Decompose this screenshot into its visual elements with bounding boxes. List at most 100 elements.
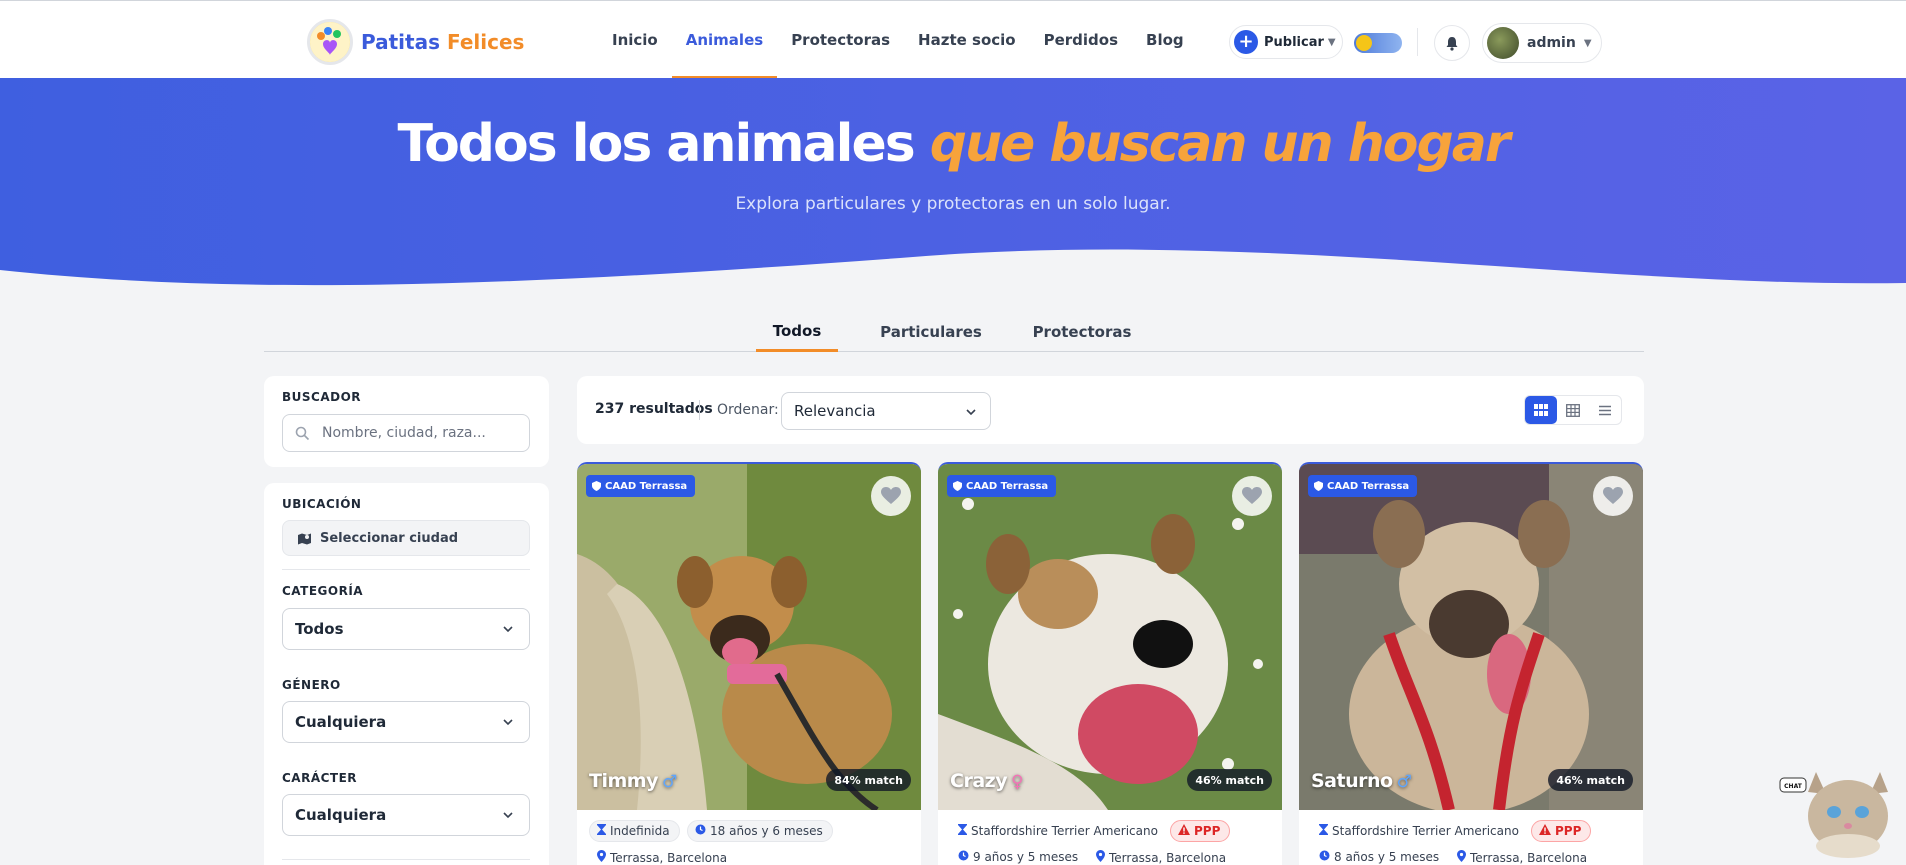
warning-icon [1178,824,1190,838]
view-mode-switcher [1524,395,1622,425]
search-input[interactable]: Nombre, ciudad, raza... [282,414,530,452]
page-title: Todos los animales que buscan un hogar [397,114,1511,174]
animal-card[interactable]: CAAD Terrassa Saturno ♂ 46% match Staffor… [1299,462,1643,865]
animal-card[interactable]: CAAD Terrassa Timmy ♂ 84% match Indefinid… [577,462,921,865]
chevron-down-icon [503,626,513,633]
shield-icon [592,481,601,491]
search-label: BUSCADOR [282,390,362,404]
nav-perdidos[interactable]: Perdidos [1030,1,1132,79]
theme-toggle[interactable] [1354,33,1402,53]
character-select[interactable]: Cualquiera [282,794,530,836]
sort-select[interactable]: Relevancia [781,392,991,430]
view-list-button[interactable] [1589,396,1621,424]
nav-blog[interactable]: Blog [1132,1,1198,79]
animal-card[interactable]: CAAD Terrassa Crazy ♀ 46% match Staffords… [938,462,1282,865]
category-select[interactable]: Todos [282,608,530,650]
clock-icon [695,824,706,838]
results-toolbar: 237 resultados Ordenar: Relevancia [577,376,1644,444]
category-label: CATEGORÍA [282,584,364,598]
shield-icon [953,481,962,491]
chevron-down-icon: ▼ [1583,37,1592,49]
user-menu[interactable]: admin ▼ [1482,23,1602,63]
category-value: Todos [295,620,344,638]
location-label: UBICACIÓN [282,497,362,511]
map-icon [298,533,311,544]
main-nav: Inicio Animales Protectoras Hazte socio … [598,1,1198,79]
male-icon: ♂ [661,772,677,792]
breed-label: Staffordshire Terrier Americano [958,824,1158,838]
nav-hazte-socio[interactable]: Hazte socio [904,1,1030,79]
location-pin-icon [1457,850,1466,865]
ppp-badge: PPP [1170,820,1231,842]
brand-name: Patitas Felices [361,30,525,54]
avatar [1487,27,1519,59]
hourglass-icon [958,824,967,838]
top-header: Patitas Felices Inicio Animales Protecto… [0,0,1906,79]
clock-icon [1319,850,1330,864]
hourglass-icon [597,824,606,838]
breed-label: Staffordshire Terrier Americano [1319,824,1519,838]
chat-assistant-button[interactable]: CHAT [1778,760,1896,860]
bell-icon [1446,36,1458,51]
gender-label: GÉNERO [282,678,341,692]
page-subtitle: Explora particulares y protectoras en un… [735,194,1171,214]
match-badge: 84% match [826,769,911,791]
sort-value: Relevancia [794,402,876,420]
plus-icon: + [1234,30,1258,54]
clock-icon [958,850,969,864]
location-pin-icon [1096,850,1105,865]
tab-particulares[interactable]: Particulares [868,312,994,352]
view-cards-button[interactable] [1525,396,1557,424]
toolbar-divider [699,400,700,420]
animal-location: Terrassa, Barcelona [597,850,727,865]
ppp-badge: PPP [1531,820,1592,842]
search-panel: BUSCADOR Nombre, ciudad, raza... [264,376,549,467]
gender-select[interactable]: Cualquiera [282,701,530,743]
animal-age: 9 años y 5 meses [958,850,1078,864]
tab-todos[interactable]: Todos [756,312,838,352]
favorite-button[interactable] [1593,476,1633,516]
search-placeholder: Nombre, ciudad, raza... [322,425,486,441]
organization-badge: CAAD Terrassa [1308,475,1418,497]
nav-animales[interactable]: Animales [671,1,778,79]
filter-divider [282,569,530,570]
select-city-button[interactable]: Seleccionar ciudad [282,520,530,556]
brand-logo[interactable]: Patitas Felices [307,19,524,65]
search-icon [295,426,310,440]
view-compact-grid-button[interactable] [1557,396,1589,424]
animal-age: 8 años y 5 meses [1319,850,1439,864]
publish-button[interactable]: + Publicar ▼ [1229,25,1343,59]
match-badge: 46% match [1187,769,1272,791]
user-name: admin [1527,35,1576,51]
hourglass-icon [1319,824,1328,838]
tab-protectoras[interactable]: Protectoras [1026,312,1138,352]
animal-photo [938,464,1282,810]
select-city-label: Seleccionar ciudad [320,530,459,546]
notifications-button[interactable] [1434,25,1470,61]
animal-name: Timmy ♂ [589,770,677,792]
organization-badge: CAAD Terrassa [586,475,696,497]
match-badge: 46% match [1548,769,1633,791]
source-tabs: Todos Particulares Protectoras [264,312,1644,352]
warning-icon [1539,824,1551,838]
animal-name: Saturno ♂ [1311,770,1412,792]
character-value: Cualquiera [295,806,387,824]
animal-photo [1299,464,1643,810]
nav-inicio[interactable]: Inicio [598,1,672,79]
female-icon: ♀ [1011,772,1024,792]
animal-name: Crazy ♀ [950,770,1024,792]
chevron-down-icon: ▼ [1327,36,1336,48]
results-count: 237 resultados [595,401,713,417]
sort-label: Ordenar: [717,402,779,418]
chevron-down-icon [503,719,513,726]
chat-bubble-text: CHAT [1784,783,1803,790]
age-chip: 18 años y 6 meses [687,820,833,842]
nav-protectoras[interactable]: Protectoras [777,1,904,79]
favorite-button[interactable] [871,476,911,516]
animal-photo [577,464,921,810]
sun-icon [1356,35,1372,51]
filter-divider [282,859,530,860]
favorite-button[interactable] [1232,476,1272,516]
hero-banner: Todos los animales que buscan un hogar E… [0,78,1906,298]
list-icon [1599,405,1611,415]
